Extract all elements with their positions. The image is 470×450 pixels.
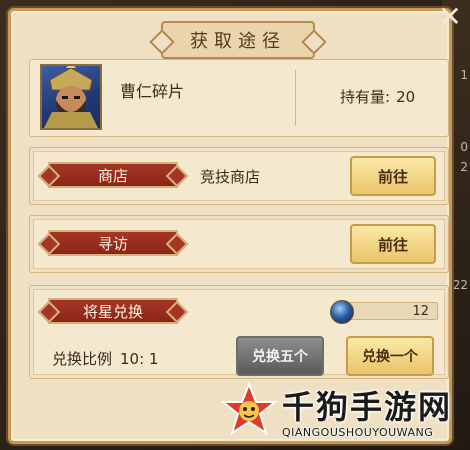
exchange-tag: 将星兑换 bbox=[48, 298, 178, 324]
owned-label: 持有量: bbox=[340, 88, 391, 106]
source-tag-shop: 商店 bbox=[48, 162, 178, 188]
close-icon[interactable]: ✕ bbox=[436, 3, 464, 32]
source-row-visit: 寻访 前往 bbox=[29, 215, 449, 273]
item-name: 曹仁碎片 bbox=[120, 82, 185, 101]
acquire-path-dialog: 获取途径 曹仁碎片 持有量: 20 商店 竞技商店 前往 寻访 前往 将星兑换 … bbox=[8, 8, 452, 444]
background-text: 22 bbox=[452, 278, 468, 292]
exchange-one-button[interactable]: 兑换一个 bbox=[346, 336, 434, 376]
ratio-value: 10: 1 bbox=[120, 350, 159, 368]
hero-portrait bbox=[40, 64, 102, 130]
watermark: 千狗手游网 QIANGOUSHOUYOUWANG bbox=[220, 380, 460, 446]
exchange-five-button[interactable]: 兑换五个 bbox=[236, 336, 324, 376]
owned-quantity: 持有量: 20 bbox=[340, 86, 415, 107]
ratio-label: 兑换比例 bbox=[52, 350, 113, 368]
divider bbox=[295, 70, 296, 126]
dialog-title: 获取途径 bbox=[161, 21, 315, 59]
watermark-brand: 千狗手游网 bbox=[282, 388, 453, 426]
exchange-ratio: 兑换比例 10: 1 bbox=[52, 348, 158, 369]
background-text: 0 bbox=[460, 140, 468, 154]
exchange-row: 将星兑换 12 兑换比例 10: 1 兑换五个 兑换一个 bbox=[29, 285, 449, 379]
go-button-visit[interactable]: 前往 bbox=[350, 224, 436, 264]
background-text: 1 bbox=[460, 68, 468, 82]
owned-value: 20 bbox=[396, 88, 416, 106]
go-button-shop[interactable]: 前往 bbox=[350, 156, 436, 196]
background-text: 2 bbox=[460, 160, 468, 174]
star-orb-icon bbox=[330, 300, 354, 324]
watermark-url: QIANGOUSHOUYOUWANG bbox=[282, 426, 434, 439]
source-row-shop: 商店 竞技商店 前往 bbox=[29, 147, 449, 205]
game-screen: 1 0 2 22 获取途径 曹仁碎片 持有量: 20 商店 竞技商店 前往 寻访… bbox=[0, 0, 470, 450]
item-info-panel: 曹仁碎片 持有量: 20 bbox=[29, 59, 449, 137]
watermark-logo-icon bbox=[220, 381, 278, 436]
source-tag-visit: 寻访 bbox=[48, 230, 178, 256]
source-desc-shop: 竞技商店 bbox=[200, 168, 261, 186]
currency-counter: 12 bbox=[348, 302, 438, 320]
hero-portrait-art bbox=[44, 66, 98, 128]
